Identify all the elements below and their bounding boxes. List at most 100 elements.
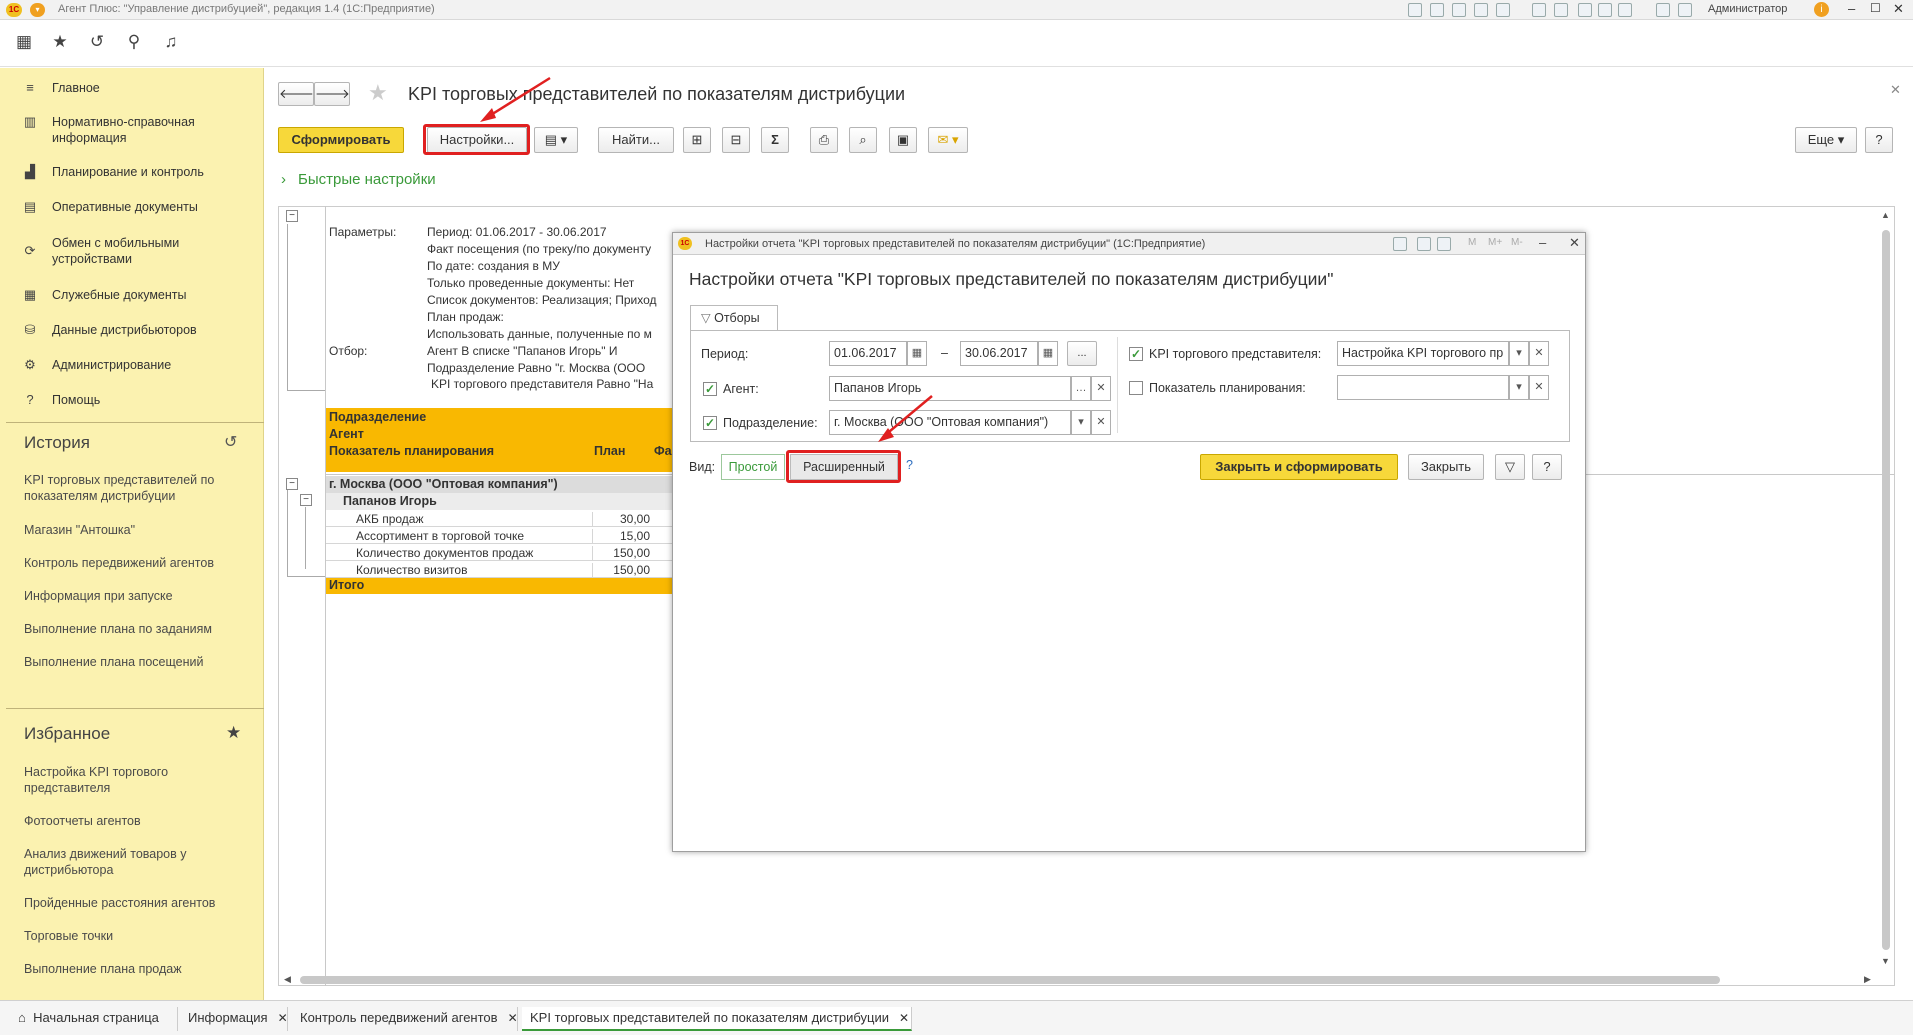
planning-indicator-checkbox[interactable]	[1129, 381, 1143, 395]
history-icon[interactable]: ↺	[224, 432, 237, 452]
agent-checkbox[interactable]: ✓	[703, 382, 717, 396]
close-and-generate-button[interactable]: Закрыть и сформировать	[1200, 454, 1398, 480]
select-icon[interactable]: …	[1071, 376, 1091, 401]
tab-filters[interactable]: ▽ Отборы	[690, 305, 778, 331]
collapse-groups-icon[interactable]: ⊟	[722, 127, 750, 153]
view-simple-button[interactable]: Простой	[721, 454, 785, 480]
memory-mminus-icon[interactable]: M-	[1511, 237, 1523, 248]
agent-row[interactable]: Папанов Игорь	[326, 493, 672, 510]
scroll-down-icon[interactable]: ▼	[1881, 956, 1890, 966]
scroll-left-icon[interactable]: ◀	[284, 974, 291, 985]
favorite-item[interactable]: Выполнение плана продаж	[24, 961, 244, 977]
memory-mminus-icon[interactable]	[1618, 3, 1632, 17]
collapse-icon[interactable]: −	[300, 494, 312, 506]
panel-icon[interactable]	[1678, 3, 1692, 17]
vertical-scrollbar[interactable]	[1882, 230, 1890, 950]
sum-icon[interactable]: Σ	[761, 127, 789, 153]
clear-icon[interactable]: ✕	[1529, 341, 1549, 366]
history-item[interactable]: Контроль передвижений агентов	[24, 555, 244, 571]
favorites-star-icon[interactable]: ★	[49, 31, 71, 53]
history-item[interactable]: Информация при запуске	[24, 588, 244, 604]
kpi-input[interactable]: Настройка KPI торгового пр	[1337, 341, 1509, 366]
variants-dropdown-button[interactable]: ▤ ▾	[534, 127, 578, 153]
close-tab-icon[interactable]: ✕	[508, 1011, 518, 1025]
expand-groups-icon[interactable]: ⊞	[683, 127, 711, 153]
date-to-input[interactable]: 30.06.2017	[960, 341, 1038, 366]
search-icon[interactable]: ⚲	[123, 31, 145, 53]
email-dropdown-button[interactable]: ✉ ▾	[928, 127, 968, 153]
table-row[interactable]: Количество документов продаж 150,00	[326, 544, 672, 561]
quick-settings-link[interactable]: Быстрые настройки	[298, 171, 436, 188]
period-select-button[interactable]: ...	[1067, 341, 1097, 366]
dropdown-icon[interactable]: ▾	[1509, 341, 1529, 366]
collapse-icon[interactable]: −	[286, 210, 298, 222]
close-form-icon[interactable]: ✕	[1890, 82, 1901, 98]
calendar-icon[interactable]	[1554, 3, 1568, 17]
close-tab-icon[interactable]: ✕	[899, 1011, 909, 1025]
minimize-icon[interactable]: –	[1539, 235, 1546, 250]
date-from-input[interactable]: 01.06.2017	[829, 341, 907, 366]
favorite-item[interactable]: Настройка KPI торгового представителя	[24, 764, 244, 796]
print-icon[interactable]: ⎙	[810, 127, 838, 153]
save-icon[interactable]	[1408, 3, 1422, 17]
close-dialog-icon[interactable]: ✕	[1569, 235, 1580, 251]
favorite-item[interactable]: Фотоотчеты агентов	[24, 813, 244, 829]
history-item[interactable]: Выполнение плана посещений	[24, 654, 244, 670]
back-button[interactable]: 🡐	[278, 82, 314, 106]
tab-kpi-report[interactable]: KPI торговых представителей по показател…	[522, 1007, 912, 1031]
dropdown-icon[interactable]: ▾	[1071, 410, 1091, 435]
link-icon[interactable]	[1474, 3, 1488, 17]
close-tab-icon[interactable]: ✕	[278, 1011, 288, 1025]
tab-info[interactable]: Информация ✕	[180, 1007, 288, 1031]
save-icon[interactable]	[1393, 237, 1407, 251]
memory-m-icon[interactable]	[1578, 3, 1592, 17]
group-row[interactable]: г. Москва (ООО "Оптовая компания")	[326, 476, 672, 493]
memory-mplus-icon[interactable]	[1598, 3, 1612, 17]
favorite-item[interactable]: Анализ движений товаров у дистрибьютора	[24, 846, 244, 878]
favorite-item[interactable]: Торговые точки	[24, 928, 244, 944]
close-button[interactable]: Закрыть	[1408, 454, 1484, 480]
clear-icon[interactable]: ✕	[1529, 375, 1549, 400]
kpi-checkbox[interactable]: ✓	[1129, 347, 1143, 361]
chevron-right-icon[interactable]: ›	[281, 171, 286, 188]
user-name[interactable]: Администратор	[1708, 3, 1787, 15]
find-button[interactable]: Найти...	[598, 127, 674, 153]
preview-icon[interactable]	[1452, 3, 1466, 17]
more-button[interactable]: Еще ▾	[1795, 127, 1857, 153]
calendar-icon[interactable]: ▦	[1038, 341, 1058, 366]
calendar-icon[interactable]: ▦	[907, 341, 927, 366]
favorite-item[interactable]: Пройденные расстояния агентов	[24, 895, 244, 911]
minimize-icon[interactable]: –	[1848, 1, 1855, 16]
table-row[interactable]: АКБ продаж 30,00	[326, 510, 672, 527]
tab-home[interactable]: ⌂ Начальная страница	[10, 1007, 178, 1031]
scroll-right-icon[interactable]: ▶	[1864, 974, 1871, 985]
history-item[interactable]: Магазин "Антошка"	[24, 522, 244, 538]
department-checkbox[interactable]: ✓	[703, 416, 717, 430]
favorites-star-icon[interactable]: ★	[226, 723, 241, 743]
forward-button[interactable]: 🡒	[314, 82, 350, 106]
bell-icon[interactable]: ♫	[160, 31, 182, 53]
collapse-icon[interactable]: −	[286, 478, 298, 490]
help-button[interactable]: ?	[1865, 127, 1893, 153]
history-icon[interactable]: ↺	[86, 31, 108, 53]
memory-mplus-icon[interactable]: M+	[1488, 237, 1502, 248]
scroll-up-icon[interactable]: ▲	[1881, 210, 1890, 220]
history-item[interactable]: Выполнение плана по заданиям	[24, 621, 244, 637]
table-row[interactable]: Количество визитов 150,00	[326, 561, 672, 578]
save-icon[interactable]: ▣	[889, 127, 917, 153]
info-icon[interactable]: i	[1814, 2, 1829, 17]
zoom-icon[interactable]	[1656, 3, 1670, 17]
department-input[interactable]: г. Москва (ООО "Оптовая компания")	[829, 410, 1071, 435]
calculator-icon[interactable]	[1532, 3, 1546, 17]
clear-icon[interactable]: ✕	[1091, 376, 1111, 401]
horizontal-scrollbar[interactable]	[300, 976, 1720, 984]
dialog-help-button[interactable]: ?	[1532, 454, 1562, 480]
memory-m-icon[interactable]: M	[1468, 237, 1476, 248]
planning-indicator-input[interactable]	[1337, 375, 1509, 400]
favorite-star-icon[interactable]: ★	[368, 80, 388, 106]
preview-icon[interactable]: ⌕	[849, 127, 877, 153]
print-icon[interactable]	[1430, 3, 1444, 17]
maximize-icon[interactable]: ☐	[1870, 1, 1881, 15]
generate-button[interactable]: Сформировать	[278, 127, 404, 153]
calendar-icon[interactable]	[1437, 237, 1451, 251]
